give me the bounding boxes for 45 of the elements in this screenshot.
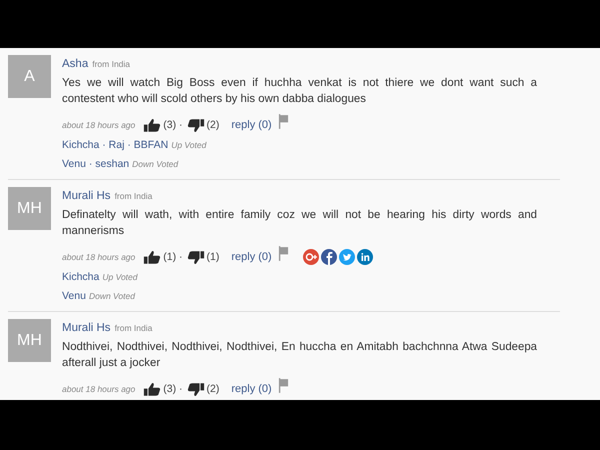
voter-names[interactable]: Kichcha · Raj · BBFAN	[62, 139, 168, 151]
vote-label: Down Voted	[132, 159, 178, 169]
author-name[interactable]: Asha	[62, 58, 88, 70]
location: from India	[114, 323, 152, 333]
flag-icon[interactable]	[278, 246, 289, 260]
timestamp: about 18 hours ago	[62, 252, 136, 262]
thumbs-up-icon[interactable]	[143, 382, 162, 396]
like-count: (1) ·	[163, 251, 183, 263]
reply-link[interactable]: reply (0)	[231, 383, 272, 395]
dislike-count: (1)	[206, 251, 220, 263]
share-icon[interactable]	[302, 249, 319, 265]
avatar: MH	[8, 187, 51, 230]
like-count: (3) ·	[163, 119, 183, 131]
voter-names[interactable]: Kichcha	[62, 271, 100, 283]
dislike-count: (2)	[206, 119, 220, 131]
author-name[interactable]: Murali Hs	[62, 190, 111, 202]
location: from India	[114, 191, 152, 201]
reply-link[interactable]: reply (0)	[231, 251, 272, 263]
flag-icon[interactable]	[278, 378, 289, 392]
vote-label: Up Voted	[171, 140, 206, 150]
avatar: MH	[8, 319, 51, 362]
author-name[interactable]: Murali Hs	[62, 322, 111, 334]
like-count: (3) ·	[163, 383, 183, 395]
timestamp: about 18 hours ago	[62, 384, 136, 394]
share-icon[interactable]	[338, 249, 355, 265]
comment-text: Definatelty will wath, with entire family coz we will not be hearing his dirty words and mannerisms	[62, 208, 537, 239]
reply-link[interactable]: reply (0)	[231, 119, 272, 131]
voter-names[interactable]: Venu · seshan	[62, 158, 130, 170]
avatar: A	[8, 55, 51, 98]
dislike-count: (2)	[206, 383, 220, 395]
comment-text: Yes we will watch Big Boss even if huchha venkat is not thiere we dont want such a contestent who will scold others by his own dabba dialogues	[62, 76, 537, 107]
thumbs-down-icon[interactable]	[186, 382, 205, 396]
share-icon[interactable]	[320, 249, 337, 265]
thumbs-down-icon[interactable]	[186, 118, 205, 132]
timestamp: about 18 hours ago	[62, 120, 136, 130]
share-icon[interactable]	[356, 249, 373, 265]
thumbs-up-icon[interactable]	[143, 118, 162, 132]
vote-label: Down Voted	[88, 291, 135, 301]
thumbs-down-icon[interactable]	[186, 250, 205, 264]
thumbs-up-icon[interactable]	[143, 250, 162, 264]
vote-label: Up Voted	[102, 272, 138, 282]
flag-icon[interactable]	[278, 114, 289, 128]
voter-names[interactable]: Venu	[62, 290, 86, 302]
comment-text: Nodthivei, Nodthivei, Nodthivei, Nodthivei, En huccha en Amitabh bachchnna Atwa Sudeepa afterall just a jocker	[62, 340, 537, 371]
location: from India	[92, 59, 130, 69]
